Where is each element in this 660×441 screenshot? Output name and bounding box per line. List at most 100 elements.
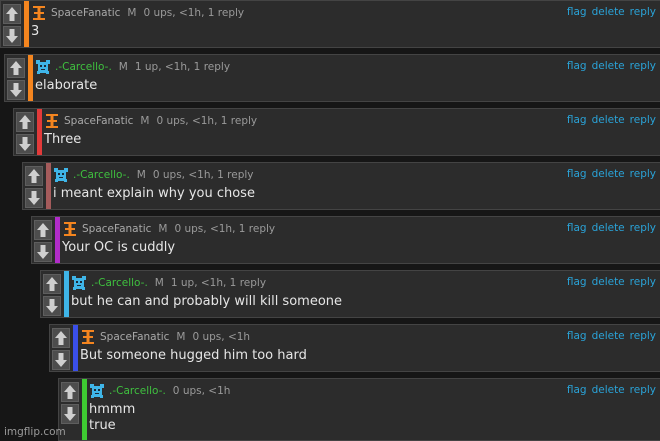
flag-link[interactable]: flag	[567, 222, 587, 234]
comment-actions: flag delete reply	[567, 222, 656, 234]
reply-link[interactable]: reply	[630, 276, 656, 288]
comment-meta: .-Carcello-. M 1 up, <1h, 1 reply	[35, 59, 230, 75]
username-link[interactable]: .-Carcello-.	[91, 277, 148, 289]
gender-label: M	[136, 169, 146, 181]
upvote-button[interactable]	[25, 166, 43, 186]
comment-7: SpaceFanatic M 0 ups, <1h flag delete reply Bu…	[49, 324, 660, 372]
comment-content: SpaceFanatic M 0 ups, <1h, 1 reply flag dele…	[62, 217, 660, 263]
thread-depth-bar	[28, 55, 33, 101]
comment-actions: flag delete reply	[567, 60, 656, 72]
comment-meta: SpaceFanatic M 0 ups, <1h, 1 reply	[44, 113, 257, 129]
comment-text: but he can and probably will kill someon…	[71, 294, 343, 309]
flag-link[interactable]: flag	[567, 330, 587, 342]
thread-depth-bar	[55, 217, 60, 263]
delete-link[interactable]: delete	[592, 114, 625, 126]
gender-label: M	[140, 115, 150, 127]
arrow-up-icon	[26, 167, 42, 185]
flag-link[interactable]: flag	[567, 6, 587, 18]
gender-label: M	[158, 223, 168, 235]
username-link[interactable]: SpaceFanatic	[82, 223, 151, 235]
downvote-button[interactable]	[43, 296, 61, 316]
username-link[interactable]: SpaceFanatic	[51, 7, 120, 19]
delete-link[interactable]: delete	[592, 384, 625, 396]
downvote-button[interactable]	[3, 26, 21, 46]
comment-5: SpaceFanatic M 0 ups, <1h, 1 reply flag dele…	[31, 216, 660, 264]
orange-cross-avatar-icon[interactable]	[62, 221, 78, 237]
blue-pixel-creature-avatar-icon[interactable]	[53, 167, 69, 183]
comment-text: Three	[44, 132, 82, 147]
reply-link[interactable]: reply	[630, 384, 656, 396]
comment-1: SpaceFanatic M 0 ups, <1h, 1 reply flag dele…	[0, 0, 660, 48]
reply-link[interactable]: reply	[630, 60, 656, 72]
upvote-button[interactable]	[52, 328, 70, 348]
downvote-button[interactable]	[61, 404, 79, 424]
thread-depth-bar	[37, 109, 42, 155]
delete-link[interactable]: delete	[592, 6, 625, 18]
comment-text: But someone hugged him too hard	[80, 348, 307, 363]
watermark: imgflip.com	[4, 426, 66, 438]
gender-label: M	[176, 331, 186, 343]
username-link[interactable]: SpaceFanatic	[100, 331, 169, 343]
comment-stats: 0 ups, <1h	[192, 331, 251, 343]
comment-stats: 0 ups, <1h, 1 reply	[143, 7, 245, 19]
blue-pixel-creature-avatar-icon[interactable]	[71, 275, 87, 291]
delete-link[interactable]: delete	[592, 276, 625, 288]
upvote-button[interactable]	[61, 382, 79, 402]
reply-link[interactable]: reply	[630, 330, 656, 342]
upvote-button[interactable]	[16, 112, 34, 132]
username-link[interactable]: SpaceFanatic	[64, 115, 133, 127]
downvote-button[interactable]	[16, 134, 34, 154]
flag-link[interactable]: flag	[567, 384, 587, 396]
thread-depth-bar	[46, 163, 51, 209]
downvote-button[interactable]	[25, 188, 43, 208]
username-link[interactable]: .-Carcello-.	[73, 169, 130, 181]
reply-link[interactable]: reply	[630, 6, 656, 18]
comment-6: .-Carcello-. M 1 up, <1h, 1 reply flag delet…	[40, 270, 660, 318]
downvote-button[interactable]	[52, 350, 70, 370]
comment-8: .-Carcello-. 0 ups, <1h flag delete reply hmm…	[58, 378, 660, 441]
delete-link[interactable]: delete	[592, 168, 625, 180]
comment-text: hmmm true	[89, 402, 136, 433]
upvote-button[interactable]	[7, 58, 25, 78]
gender-label: M	[118, 61, 128, 73]
comment-actions: flag delete reply	[567, 384, 656, 396]
flag-link[interactable]: flag	[567, 114, 587, 126]
comment-stats: 0 ups, <1h	[172, 385, 231, 397]
blue-pixel-creature-avatar-icon[interactable]	[89, 383, 105, 399]
arrow-up-icon	[35, 221, 51, 239]
gender-label: M	[154, 277, 164, 289]
delete-link[interactable]: delete	[592, 60, 625, 72]
arrow-down-icon	[26, 189, 42, 207]
downvote-button[interactable]	[7, 80, 25, 100]
orange-cross-avatar-icon[interactable]	[80, 329, 96, 345]
delete-link[interactable]: delete	[592, 222, 625, 234]
reply-link[interactable]: reply	[630, 114, 656, 126]
upvote-button[interactable]	[34, 220, 52, 240]
comment-text: elaborate	[35, 78, 98, 93]
reply-link[interactable]: reply	[630, 168, 656, 180]
vote-controls	[1, 1, 23, 47]
upvote-button[interactable]	[43, 274, 61, 294]
comment-content: .-Carcello-. M 1 up, <1h, 1 reply flag delet…	[71, 271, 660, 317]
arrow-up-icon	[17, 113, 33, 131]
comment-content: .-Carcello-. M 0 ups, <1h, 1 reply flag dele…	[53, 163, 660, 209]
username-link[interactable]: .-Carcello-.	[55, 61, 112, 73]
downvote-button[interactable]	[34, 242, 52, 262]
delete-link[interactable]: delete	[592, 330, 625, 342]
flag-link[interactable]: flag	[567, 60, 587, 72]
username-link[interactable]: .-Carcello-.	[109, 385, 166, 397]
arrow-down-icon	[62, 405, 78, 423]
reply-link[interactable]: reply	[630, 222, 656, 234]
orange-cross-avatar-icon[interactable]	[31, 5, 47, 21]
blue-pixel-creature-avatar-icon[interactable]	[35, 59, 51, 75]
comment-stats: 0 ups, <1h, 1 reply	[174, 223, 276, 235]
flag-link[interactable]: flag	[567, 276, 587, 288]
arrow-down-icon	[53, 351, 69, 369]
comment-text: i meant explain why you chose	[53, 186, 255, 201]
thread-depth-bar	[24, 1, 29, 47]
vote-controls	[5, 55, 27, 101]
comment-text: Your OC is cuddly	[62, 240, 176, 255]
orange-cross-avatar-icon[interactable]	[44, 113, 60, 129]
upvote-button[interactable]	[3, 4, 21, 24]
flag-link[interactable]: flag	[567, 168, 587, 180]
